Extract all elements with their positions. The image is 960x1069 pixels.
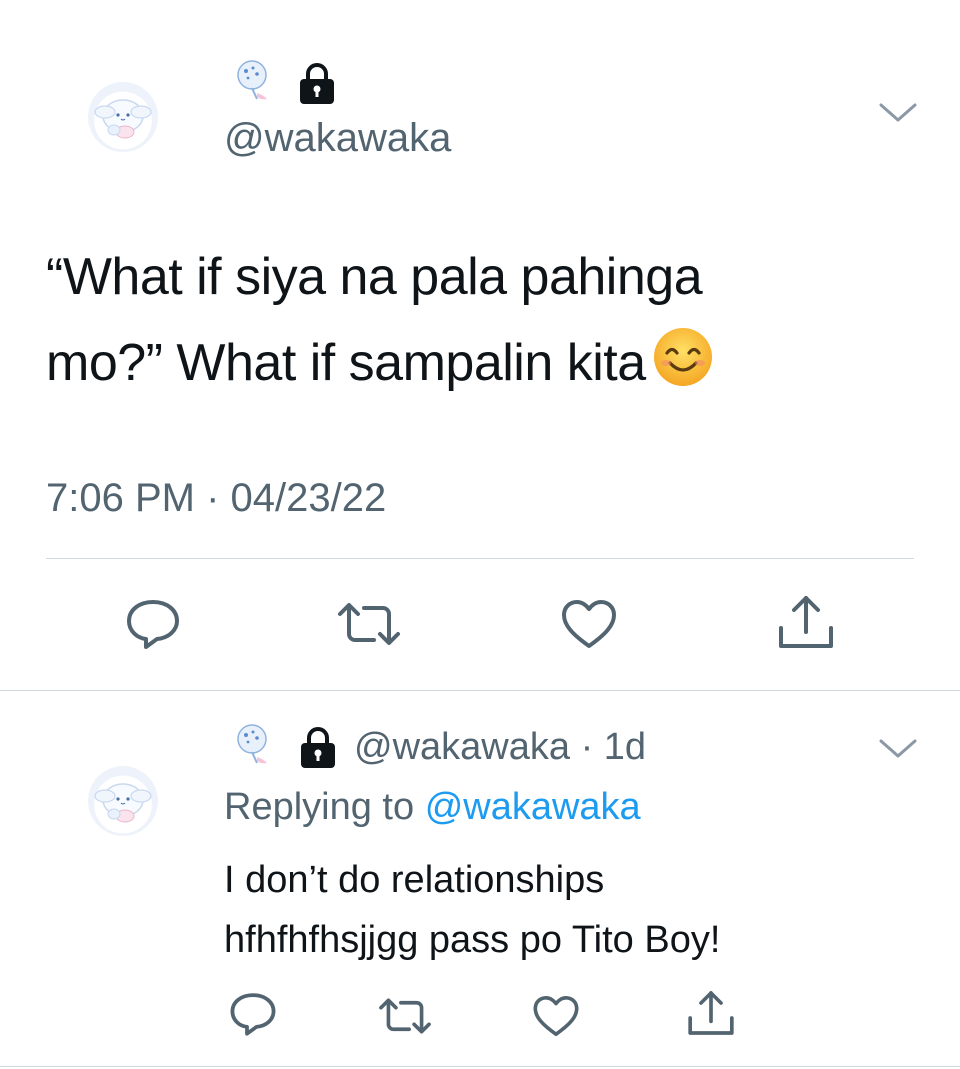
meta-separator: · — [206, 476, 220, 520]
cinnamoroll-avatar-image — [94, 783, 152, 823]
lock-icon — [296, 62, 338, 106]
tweet-timestamp: 7:06 PM · 04/23/22 — [46, 476, 386, 521]
reply-header: @wakawaka · 1d — [354, 726, 646, 769]
tweet-text-segment: mo?” What if sampalin kita — [46, 334, 646, 392]
tweet-text: “What if siya na pala pahinga mo?” What … — [46, 234, 926, 406]
replying-handle-link[interactable]: @wakawaka — [425, 786, 641, 828]
cinnamoroll-avatar-image — [94, 99, 152, 139]
reply-text-line: I don’t do relationships — [224, 859, 605, 901]
chevron-down-icon[interactable] — [878, 98, 918, 126]
divider — [0, 1066, 960, 1067]
reply-text: I don’t do relationships hfhfhfhsjjgg pa… — [224, 850, 924, 970]
reply-button[interactable] — [124, 596, 182, 652]
tweet-text-line: mo?” What if sampalin kita — [46, 320, 926, 406]
tweet-text-line: “What if siya na pala pahinga — [46, 248, 703, 306]
reply-icon — [230, 993, 276, 1036]
avatar[interactable] — [88, 766, 158, 836]
avatar[interactable] — [88, 82, 158, 152]
replying-to: Replying to @wakawaka — [224, 786, 641, 829]
divider — [0, 690, 960, 691]
heart-icon — [562, 600, 616, 648]
replying-prefix: Replying to — [224, 786, 415, 828]
smiling-face-emoji-icon — [652, 326, 714, 388]
lock-icon — [297, 726, 339, 770]
display-name-emoji-icon — [233, 58, 277, 102]
like-button[interactable] — [532, 994, 580, 1038]
share-icon — [779, 596, 833, 648]
share-button[interactable] — [776, 592, 836, 652]
like-button[interactable] — [560, 598, 618, 650]
reply-text-line: hfhfhfhsjjgg pass po Tito Boy! — [224, 919, 721, 961]
reply-handle[interactable]: @wakawaka — [354, 726, 570, 768]
retweet-button[interactable] — [334, 600, 404, 648]
share-button[interactable] — [686, 988, 736, 1038]
reply-button[interactable] — [228, 990, 278, 1038]
reply-age[interactable]: 1d — [604, 726, 646, 768]
reply-icon — [127, 600, 179, 649]
chevron-down-icon[interactable] — [878, 734, 918, 762]
retweet-button[interactable] — [376, 996, 434, 1036]
tweet-time: 7:06 PM — [46, 476, 195, 520]
heart-icon — [533, 995, 579, 1037]
tweet-date: 04/23/22 — [230, 476, 387, 520]
share-icon — [688, 991, 734, 1035]
retweet-icon — [338, 603, 400, 645]
tweet-handle[interactable]: @wakawaka — [224, 116, 451, 161]
divider — [46, 558, 914, 559]
meta-separator: · — [580, 726, 594, 768]
retweet-icon — [379, 998, 431, 1034]
display-name-emoji-icon — [233, 722, 277, 766]
